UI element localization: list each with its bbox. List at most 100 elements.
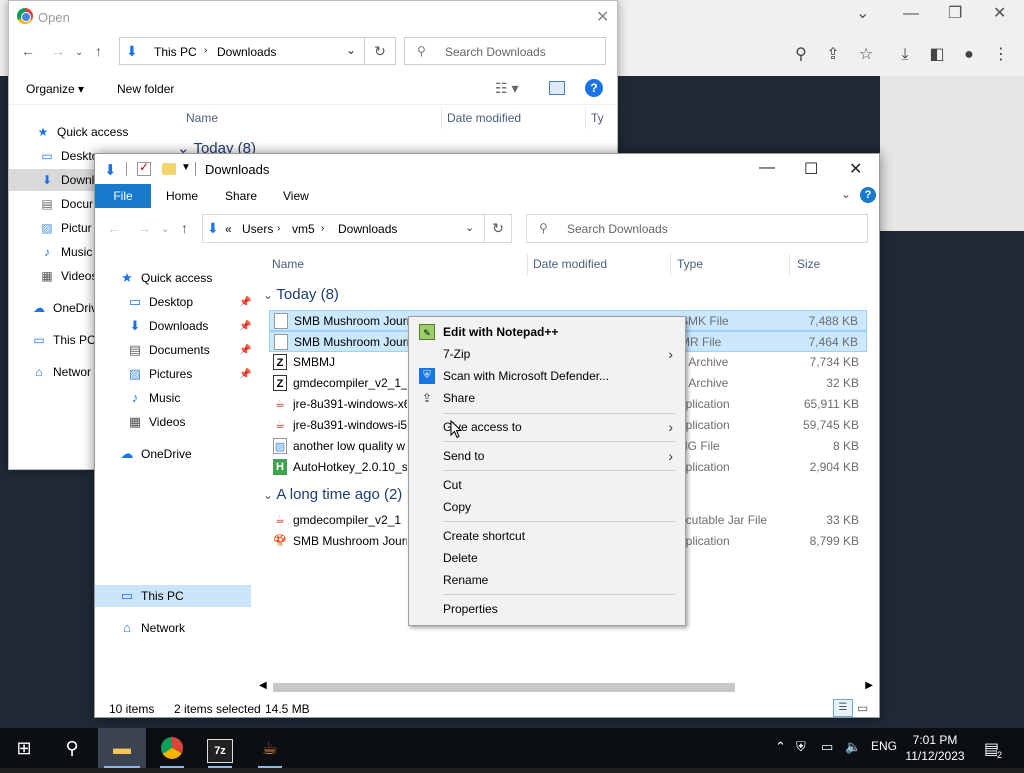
column-name[interactable]: Name [272, 257, 304, 271]
refresh-button[interactable]: ↻ [484, 214, 512, 243]
close-icon[interactable]: ✕ [596, 7, 609, 27]
tab-home[interactable]: Home [166, 189, 198, 203]
sidebar-item-documents[interactable]: ▤ Documents [127, 339, 210, 361]
forward-arrow-icon[interactable]: → [137, 220, 151, 236]
clock[interactable]: 7:01 PM 11/12/2023 [900, 732, 970, 764]
sidebar-item-documents[interactable]: ▤ Docur [39, 193, 93, 215]
pin-icon[interactable]: 📌 [239, 369, 251, 380]
forward-arrow-icon[interactable]: → [51, 43, 65, 59]
menu-item-edit-with-notepad[interactable]: ✎ Edit with Notepad++ [411, 321, 683, 343]
address-bar[interactable]: ⬇ « Users › vm5 › Downloads ⌄ [202, 214, 485, 243]
scrollbar-thumb[interactable] [273, 683, 735, 692]
preview-pane-icon[interactable] [549, 81, 565, 95]
details-view-icon[interactable]: ☰ [833, 699, 853, 717]
pin-icon[interactable]: 📌 [239, 345, 251, 356]
quick-access-dropdown-icon[interactable]: ▼ [181, 162, 191, 173]
minimize-icon[interactable]: — [759, 159, 775, 177]
menu-item-properties[interactable]: Properties [411, 598, 683, 620]
column-size[interactable]: Size [797, 257, 820, 271]
restore-icon[interactable]: ❐ [948, 6, 962, 22]
sidebar-item-videos[interactable]: ▦ Videos [39, 265, 97, 287]
column-date-modified[interactable]: Date modified [447, 111, 521, 125]
menu-item-send-to[interactable]: Send to › [411, 445, 683, 467]
large-icons-view-icon[interactable]: ▭ [857, 701, 868, 715]
sidebar-item-desktop[interactable]: ▭ Deskto [39, 145, 98, 167]
sidebar-item-onedrive[interactable]: ☁ OneDrive [119, 443, 192, 465]
recent-dropdown-icon[interactable]: ⌄ [75, 47, 83, 58]
view-options-icon[interactable]: ☷ ▾ [495, 80, 518, 97]
menu-item-rename[interactable]: Rename [411, 569, 683, 591]
horizontal-scrollbar[interactable]: ◀ ▶ [257, 680, 877, 694]
scroll-left-icon[interactable]: ◀ [259, 680, 267, 691]
menu-item-cut[interactable]: Cut [411, 474, 683, 496]
profile-icon[interactable]: ● [959, 45, 979, 65]
sidebar-item-music[interactable]: ♪ Music [127, 387, 181, 409]
address-bar[interactable]: ⬇ This PC › Downloads ⌄ [119, 37, 365, 65]
back-arrow-icon[interactable]: ← [21, 43, 35, 59]
sidebar-item-desktop[interactable]: ▭ Desktop [127, 291, 193, 313]
help-icon[interactable]: ? [585, 79, 603, 97]
maximize-icon[interactable]: ☐ [804, 159, 818, 179]
group-header-long-ago[interactable]: ⌄ A long time ago (2) [263, 486, 402, 503]
up-arrow-icon[interactable]: ↑ [95, 43, 102, 59]
sidebar-icon[interactable]: ◧ [927, 45, 947, 65]
pin-icon[interactable]: 📌 [239, 321, 251, 332]
sidebar-item-pictures[interactable]: ▨ Pictures [127, 363, 193, 385]
breadcrumb-overflow[interactable]: « [225, 222, 232, 236]
breadcrumb-users[interactable]: Users [242, 222, 273, 236]
sidebar-item-quick-access[interactable]: ★ Quick access [35, 121, 129, 143]
sidebar-item-onedrive[interactable]: ☁ OneDriv [31, 297, 97, 319]
network-icon[interactable]: ▭ [821, 739, 833, 755]
sidebar-item-downloads[interactable]: ⬇ Downloads [127, 315, 209, 337]
minimize-icon[interactable]: — [903, 6, 919, 22]
start-icon[interactable]: ⊞ [0, 728, 48, 768]
sidebar-item-quick-access[interactable]: ★ Quick access [119, 267, 212, 289]
sidebar-item-network[interactable]: ⌂ Network [119, 617, 185, 639]
tab-file[interactable]: File [95, 184, 151, 208]
organize-button[interactable]: Organize ▾ [26, 82, 84, 96]
search-icon[interactable]: ⚲ [48, 728, 96, 768]
close-icon[interactable]: ✕ [849, 159, 862, 179]
tab-share[interactable]: Share [225, 189, 257, 203]
star-icon[interactable]: ☆ [856, 45, 876, 65]
menu-item-copy[interactable]: Copy [411, 496, 683, 518]
sidebar-item-videos[interactable]: ▦ Videos [127, 411, 186, 433]
security-icon[interactable]: ⛨ [796, 739, 806, 755]
menu-item-delete[interactable]: Delete [411, 547, 683, 569]
menu-item-share[interactable]: ⇪ Share [411, 387, 683, 409]
language-indicator[interactable]: ENG [871, 739, 897, 753]
menu-item-7zip[interactable]: 7-Zip › [411, 343, 683, 365]
chevron-up-icon[interactable]: ⌃ [775, 739, 786, 755]
tab-view[interactable]: View [283, 189, 309, 203]
scroll-right-icon[interactable]: ▶ [865, 680, 873, 691]
breadcrumb-vm5[interactable]: vm5 [292, 222, 315, 236]
menu-item-scan-defender[interactable]: ⛨ Scan with Microsoft Defender... [411, 365, 683, 387]
breadcrumb-this-pc[interactable]: This PC [154, 45, 197, 59]
column-date-modified[interactable]: Date modified [533, 257, 607, 271]
volume-icon[interactable]: 🔈 [845, 739, 861, 755]
breadcrumb-downloads[interactable]: Downloads [217, 45, 276, 59]
sidebar-item-this-pc[interactable]: ▭ This PC [119, 585, 184, 607]
chevron-down-icon[interactable]: ⌄ [346, 43, 356, 57]
group-header-today[interactable]: ⌄ Today (8) [263, 286, 339, 303]
chrome-icon[interactable] [148, 728, 196, 768]
search-input[interactable]: ⚲ Search Downloads [526, 214, 868, 243]
back-arrow-icon[interactable]: ← [107, 220, 121, 236]
menu-icon[interactable]: ⋮ [991, 45, 1011, 65]
up-arrow-icon[interactable]: ↑ [181, 220, 188, 236]
file-explorer-icon[interactable]: ▬ [98, 728, 146, 768]
close-icon[interactable]: ✕ [993, 6, 1006, 22]
new-folder-button[interactable]: New folder [117, 82, 174, 96]
help-icon[interactable]: ? [860, 187, 876, 203]
refresh-button[interactable]: ↻ [364, 37, 396, 65]
properties-icon[interactable] [137, 160, 151, 176]
column-name[interactable]: Name [186, 111, 218, 125]
search-input[interactable]: ⚲ Search Downloads [404, 37, 606, 65]
new-folder-icon[interactable] [162, 163, 176, 175]
pin-icon[interactable]: 📌 [239, 297, 251, 308]
chevron-down-icon[interactable]: ⌄ [465, 221, 474, 234]
sidebar-item-pictures[interactable]: ▨ Pictur [39, 217, 91, 239]
sidebar-item-network[interactable]: ⌂ Networ [31, 361, 91, 383]
search-icon[interactable]: ⚲ [791, 45, 811, 65]
recent-dropdown-icon[interactable]: ⌄ [161, 224, 169, 235]
